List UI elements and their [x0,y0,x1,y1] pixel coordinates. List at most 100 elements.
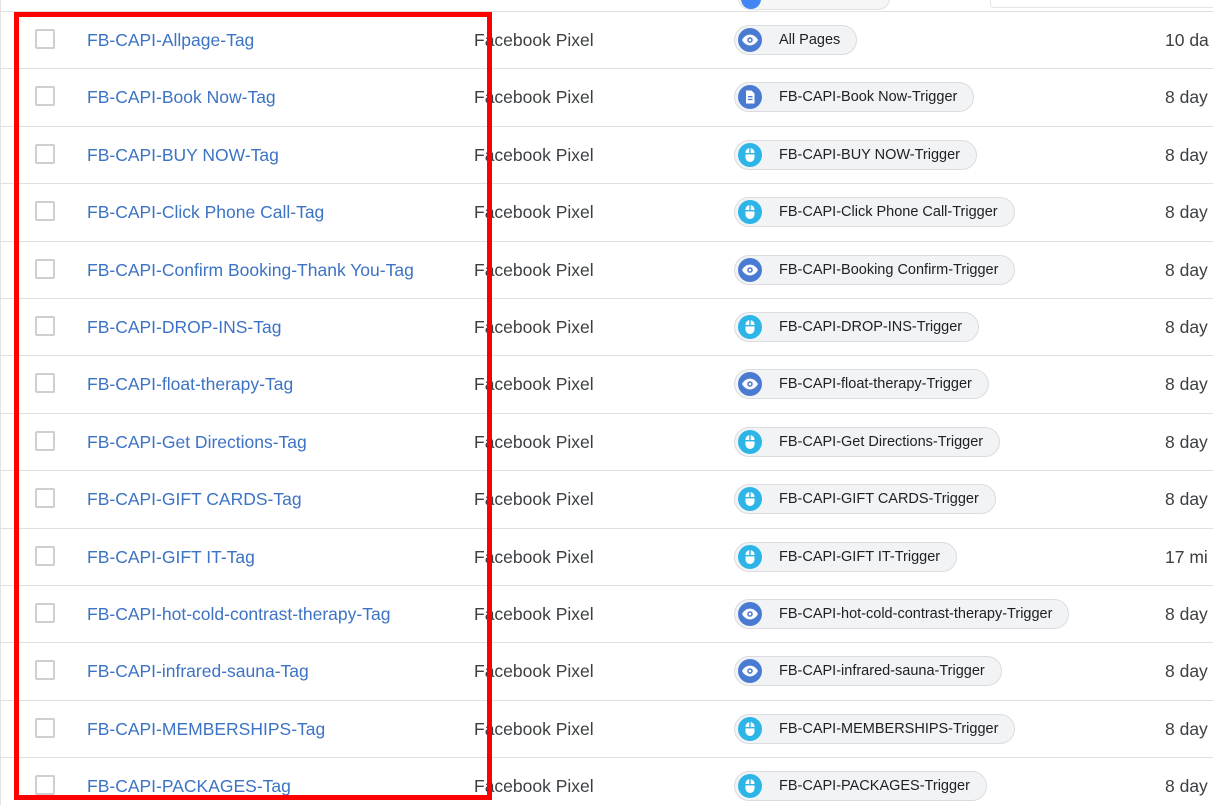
trigger-label: FB-CAPI-float-therapy-Trigger [779,376,972,393]
row-checkbox[interactable] [35,201,55,222]
tag-name-link[interactable]: FB-CAPI-Allpage-Tag [87,12,254,68]
eye-icon [738,28,762,52]
last-edited: 8 day [1165,431,1208,452]
row-checkbox[interactable] [35,545,55,566]
trigger-label: FB-CAPI-DROP-INS-Trigger [779,318,963,335]
tag-type: Facebook Pixel [474,661,594,682]
trigger-chip[interactable]: FB-CAPI-Book Now-Trigger [734,82,975,113]
trigger-label: FB-CAPI-Booking Confirm-Trigger [779,261,999,278]
trigger-chip[interactable]: FB-CAPI-hot-cold-contrast-therapy-Trigge… [734,598,1070,629]
eye-icon [738,257,762,282]
trigger-chip[interactable]: All Pages [734,25,858,55]
trigger-chip[interactable]: FB-CAPI-Click Phone Call-Trigger [734,197,1015,228]
table-row: FB-CAPI-float-therapy-Tag Facebook Pixel F… [0,356,1213,414]
trigger-chip[interactable]: FB-CAPI-PACKAGES-Trigger [734,771,987,802]
trigger-label: FB-CAPI-Get Directions-Trigger [779,433,984,450]
trigger-label: FB-CAPI-Click Phone Call-Trigger [779,204,998,221]
tag-type: Facebook Pixel [474,603,594,624]
tag-name-link[interactable]: FB-CAPI-infrared-sauna-Tag [87,643,309,699]
tag-type: Facebook Pixel [474,316,594,337]
tag-type: Facebook Pixel [474,30,594,50]
tag-name-link[interactable]: FB-CAPI-DROP-INS-Tag [87,299,281,355]
trigger-chip[interactable]: FB-CAPI-float-therapy-Trigger [734,369,989,400]
tag-name-link[interactable]: FB-CAPI-Confirm Booking-Thank You-Tag [87,242,414,298]
tag-type: Facebook Pixel [474,431,594,452]
trigger-chip[interactable]: FB-CAPI-Booking Confirm-Trigger [734,254,1016,285]
trigger-chip[interactable]: FB-CAPI-Get Directions-Trigger [734,426,1001,457]
eye-icon [738,372,762,397]
tag-type: Facebook Pixel [474,374,594,395]
row-checkbox[interactable] [35,29,55,49]
table-row: FB-CAPI-DROP-INS-Tag Facebook Pixel FB-CAP… [0,299,1213,357]
tag-type: Facebook Pixel [474,87,594,108]
tag-name-link[interactable]: FB-CAPI-PACKAGES-Tag [87,758,291,805]
tag-type: Facebook Pixel [474,259,594,280]
tag-type: Facebook Pixel [474,718,594,739]
trigger-chip[interactable]: FB-CAPI-GIFT CARDS-Trigger [734,484,996,515]
trigger-label: FB-CAPI-Book Now-Trigger [779,89,958,106]
mouse-click-icon [738,314,762,339]
trigger-label: FB-CAPI-GIFT IT-Trigger [779,548,941,565]
last-edited: 8 day [1165,316,1208,337]
trigger-label: All Pages [779,32,841,48]
previous-trigger-chip-stub [738,0,890,10]
table-row: FB-CAPI-infrared-sauna-Tag Facebook Pixel… [0,643,1213,701]
tag-name-link[interactable]: FB-CAPI-BUY NOW-Tag [87,127,279,183]
row-checkbox[interactable] [35,86,55,107]
table-row: FB-CAPI-Get Directions-Tag Facebook Pixel… [0,414,1213,472]
previous-trigger-icon [741,0,761,9]
row-checkbox[interactable] [35,488,55,509]
tag-type: Facebook Pixel [474,776,594,797]
last-edited: 8 day [1165,374,1208,395]
row-checkbox[interactable] [35,717,55,738]
tag-type: Facebook Pixel [474,546,594,567]
mouse-click-icon [738,544,762,569]
tag-name-link[interactable]: FB-CAPI-Click Phone Call-Tag [87,184,324,240]
last-edited: 8 day [1165,202,1208,223]
last-edited: 8 day [1165,87,1208,108]
table-row: FB-CAPI-BUY NOW-Tag Facebook Pixel FB-CAPI… [0,127,1213,185]
row-checkbox[interactable] [35,373,55,394]
trigger-label: FB-CAPI-BUY NOW-Trigger [779,146,961,163]
trigger-label: FB-CAPI-infrared-sauna-Trigger [779,663,985,680]
last-edited: 8 day [1165,144,1208,165]
eye-icon [738,659,762,684]
mouse-click-icon [738,142,762,167]
tag-name-link[interactable]: FB-CAPI-GIFT IT-Tag [87,529,255,585]
table-row: FB-CAPI-PACKAGES-Tag Facebook Pixel FB-CAP… [0,758,1213,805]
mouse-click-icon [738,429,762,454]
trigger-chip[interactable]: FB-CAPI-DROP-INS-Trigger [734,311,980,342]
row-checkbox[interactable] [35,258,55,279]
row-checkbox[interactable] [35,602,55,623]
trigger-chip[interactable]: FB-CAPI-MEMBERSHIPS-Trigger [734,713,1016,744]
last-edited: 8 day [1165,718,1208,739]
last-edited: 8 day [1165,259,1208,280]
table-row: FB-CAPI-Click Phone Call-Tag Facebook Pix… [0,184,1213,242]
row-checkbox[interactable] [35,775,55,796]
row-checkbox[interactable] [35,315,55,336]
trigger-label: FB-CAPI-PACKAGES-Trigger [779,778,970,795]
trigger-label: FB-CAPI-GIFT CARDS-Trigger [779,491,979,508]
trigger-chip[interactable]: FB-CAPI-GIFT IT-Trigger [734,541,958,572]
tag-name-link[interactable]: FB-CAPI-MEMBERSHIPS-Tag [87,701,325,757]
trigger-chip[interactable]: FB-CAPI-BUY NOW-Trigger [734,139,978,170]
last-edited: 8 day [1165,776,1208,797]
last-edited: 8 day [1165,661,1208,682]
mouse-click-icon [738,487,762,512]
last-edited: 8 day [1165,603,1208,624]
trigger-chip[interactable]: FB-CAPI-infrared-sauna-Trigger [734,656,1002,687]
table-row: FB-CAPI-Allpage-Tag Facebook Pixel All Pag… [0,12,1213,70]
row-checkbox[interactable] [35,143,55,164]
row-checkbox[interactable] [35,430,55,451]
tag-name-link[interactable]: FB-CAPI-Get Directions-Tag [87,414,307,470]
row-checkbox[interactable] [35,660,55,681]
tags-table-body: FB-CAPI-Allpage-Tag Facebook Pixel All Pag… [0,12,1213,805]
tag-type: Facebook Pixel [474,144,594,165]
tag-name-link[interactable]: FB-CAPI-hot-cold-contrast-therapy-Tag [87,586,390,642]
table-row: FB-CAPI-hot-cold-contrast-therapy-Tag Fac… [0,586,1213,644]
table-row: FB-CAPI-Confirm Booking-Thank You-Tag Fac… [0,242,1213,299]
tag-name-link[interactable]: FB-CAPI-Book Now-Tag [87,69,276,125]
tag-name-link[interactable]: FB-CAPI-float-therapy-Tag [87,356,293,412]
mouse-click-icon [738,200,762,225]
tag-name-link[interactable]: FB-CAPI-GIFT CARDS-Tag [87,471,302,527]
